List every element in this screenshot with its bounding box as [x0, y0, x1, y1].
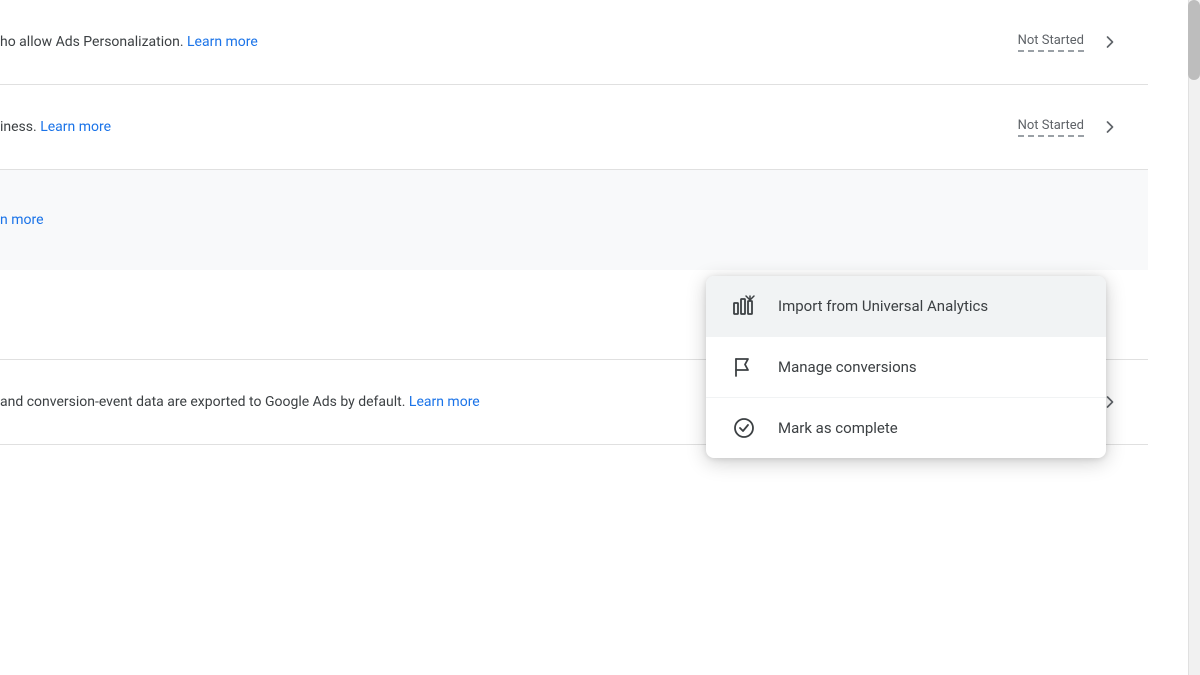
- flag-icon: [730, 353, 758, 381]
- row-2-learn-more-link[interactable]: Learn more: [40, 119, 111, 135]
- highlight-circle: Learn more: [187, 32, 258, 53]
- dropdown-item-mark-complete-label: Mark as complete: [778, 419, 898, 437]
- dropdown-item-import-ua-label: Import from Universal Analytics: [778, 297, 988, 315]
- row-learn-more: n more: [0, 170, 1148, 270]
- row-1-chevron-button[interactable]: [1092, 24, 1128, 60]
- row-business: iness. Learn more Not Started: [0, 85, 1148, 170]
- row-3-text: n more: [0, 192, 968, 249]
- row-1-status-badge[interactable]: Not Started: [1018, 33, 1084, 52]
- row-1-learn-more-link[interactable]: Learn more: [187, 34, 258, 50]
- dropdown-item-import-ua[interactable]: Import from Universal Analytics: [706, 276, 1106, 337]
- import-icon: [730, 292, 758, 320]
- page-container: ho allow Ads Personalization. Learn more…: [0, 0, 1200, 675]
- row-1-text: ho allow Ads Personalization. Learn more: [0, 14, 968, 71]
- scrollbar[interactable]: [1188, 0, 1200, 675]
- row-5-prefix: and conversion-event data are exported t…: [0, 394, 409, 410]
- row-2-status-badge[interactable]: Not Started: [1018, 118, 1084, 137]
- row-2-right: Not Started: [968, 109, 1128, 145]
- dropdown-item-manage-conversions[interactable]: Manage conversions: [706, 337, 1106, 398]
- row-3-learn-more-link[interactable]: n more: [0, 212, 44, 228]
- dropdown-item-mark-complete[interactable]: Mark as complete: [706, 398, 1106, 458]
- row-5-learn-more-link[interactable]: Learn more: [409, 394, 480, 410]
- row-1-right: Not Started: [968, 24, 1128, 60]
- dropdown-item-manage-conversions-label: Manage conversions: [778, 358, 917, 376]
- row-2-text: iness. Learn more: [0, 99, 968, 156]
- row-2-prefix: iness.: [0, 119, 40, 135]
- check-circle-icon: [730, 414, 758, 442]
- row-2-chevron-button[interactable]: [1092, 109, 1128, 145]
- content-area: ho allow Ads Personalization. Learn more…: [0, 0, 1148, 675]
- row-ads-personalization: ho allow Ads Personalization. Learn more…: [0, 0, 1148, 85]
- scrollbar-thumb[interactable]: [1188, 0, 1200, 80]
- dropdown-menu: Import from Universal Analytics Manage c…: [706, 276, 1106, 458]
- row-1-prefix: ho allow Ads Personalization.: [0, 34, 187, 50]
